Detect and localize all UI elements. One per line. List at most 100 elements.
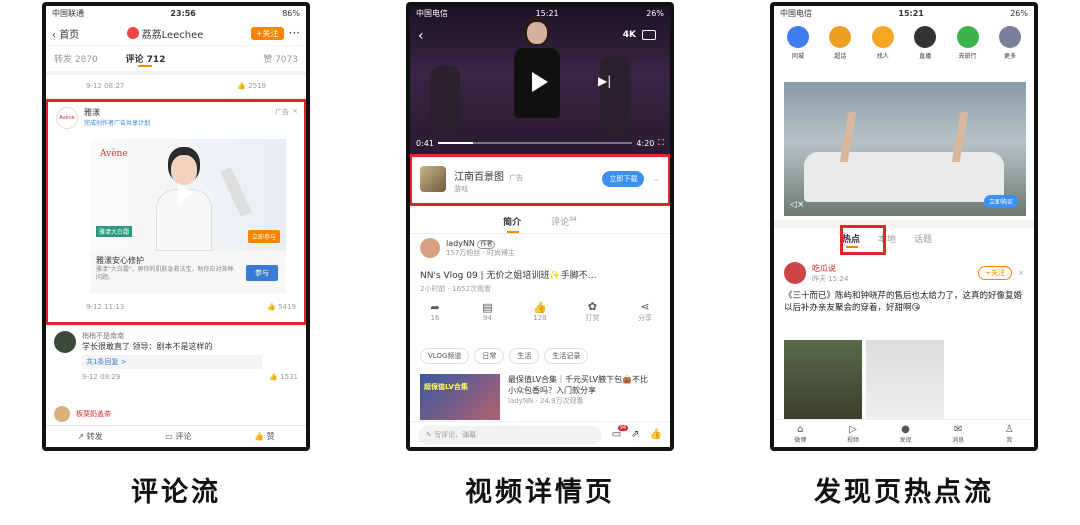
tv-icon[interactable] (642, 30, 656, 40)
action-reward[interactable]: ✿ 打赏 (578, 300, 608, 323)
prev-comment-footer: 9-12 08:27 👍 2519 (46, 75, 306, 97)
reply-link[interactable]: 共1条回复 > (82, 355, 262, 369)
mute-icon[interactable]: ◁× (790, 200, 804, 210)
travel-icon[interactable]: 去旅行 (950, 26, 986, 60)
close-icon[interactable]: × (1018, 269, 1024, 277)
comment-like[interactable]: 👍 1531 (269, 373, 298, 381)
follow-button[interactable]: +关注 (250, 26, 284, 40)
comment-author: 板栗奶盖茶 (76, 410, 111, 418)
mail-icon: ✉ (953, 423, 963, 435)
status-bar: 中国电信 15:21 26% (780, 9, 1028, 18)
like-icon[interactable]: 👍 (650, 429, 662, 440)
home-icon: ⌂ (797, 423, 804, 435)
more-icon[interactable]: 更多 (992, 26, 1028, 60)
user-name: 荔荔Leechee (141, 29, 204, 41)
rec-title: 最保值LV合集｜千元买LV腋下包👜不比小众包香吗？入门款分享 (508, 375, 649, 395)
progress-bar[interactable] (437, 142, 633, 144)
play-icon[interactable] (532, 72, 548, 92)
tag-pill[interactable]: 生活 (509, 348, 540, 364)
nav-message[interactable]: ✉ 消息 (952, 424, 964, 444)
person-icon: ♙ (1004, 423, 1014, 435)
avatar (54, 331, 76, 353)
people-icon[interactable]: 找人 (865, 26, 901, 60)
tab-intro[interactable]: 简介 (503, 215, 521, 233)
highlight-box (410, 154, 670, 206)
recommend-item[interactable]: 超保值LV合集 最保值LV合集｜千元买LV腋下包👜不比小众包香吗？入门款分享 l… (420, 374, 652, 420)
tab-repost[interactable]: 转发 2870 (54, 52, 98, 65)
carrier-text: 中国联通 (52, 9, 84, 18)
post-time: 昨天 15:24 (812, 274, 849, 283)
caption-discover-hot: 发现页热点流 (814, 477, 994, 508)
back-icon[interactable]: ‹ (418, 28, 424, 44)
action-comment[interactable]: ▤ 94 (473, 301, 503, 322)
action-forward[interactable]: ⋖ 分享 (630, 300, 660, 323)
banner-cta[interactable]: 立即购买 (983, 195, 1018, 208)
comment-item: 梢梢不是南南 学长很敢直了 领导：剧本不是这样的 共1条回复 > 9-12 08… (46, 327, 306, 403)
forward-icon: ⋖ (640, 300, 650, 313)
repost-button[interactable]: ↗ 转发 (77, 431, 102, 442)
tab-bar: 转发 2870 评论 712 赞 7073 (46, 45, 306, 71)
nav-home[interactable]: ⌂ 微博 (794, 424, 806, 444)
bottom-nav: ⌂ 微博 ▷ 视频 ● 发现 ✉ 消息 ♙ 我 (774, 419, 1034, 447)
post-image-2[interactable] (866, 340, 944, 426)
caption-comment-stream: 评论流 (131, 477, 221, 508)
next-icon[interactable]: ▶| (598, 74, 611, 88)
author-row[interactable]: ladyNN 作者 157万粉丝 · 时尚博主 (420, 238, 515, 258)
comment-icon[interactable]: ▭ 94 (612, 425, 629, 440)
post-author[interactable]: 吃瓜说 (812, 263, 978, 274)
top-nav: ‹ 首页 荔荔Leechee +关注 ··· (46, 21, 306, 45)
user-header[interactable]: 荔荔Leechee (126, 26, 204, 41)
share-icon: ➦ (430, 301, 440, 314)
fullscreen-icon[interactable]: ⛶ (658, 138, 664, 148)
tab-topic[interactable]: 话题 (914, 232, 932, 245)
nav-me[interactable]: ♙ 我 (1005, 424, 1014, 444)
tab-comment[interactable]: 评论94 (551, 215, 577, 228)
author-name: ladyNN (446, 238, 475, 248)
quality-label[interactable]: 4K (623, 30, 636, 40)
tag-pill[interactable]: 日常 (474, 348, 505, 364)
share-icon[interactable]: ⇗ (631, 429, 639, 440)
like-count[interactable]: 👍 2519 (237, 82, 266, 90)
phone-discover-hot: 中国电信 15:21 26% 同城 超话 找人 直播 去旅行 更多 ◁× 立即购买 … (770, 2, 1038, 451)
video-title: NN's Vlog 09 | 无价之姐培训班✨手脚不… (420, 271, 597, 281)
post-text: 《三十而已》陈屿和钟晓芹的售后也太给力了，这真的好像复婚以后补办亲友聚会的穿着，… (784, 291, 1023, 313)
nav-video[interactable]: ▷ 视频 (847, 424, 859, 444)
action-like[interactable]: 👍 128 (525, 301, 555, 322)
banner-video[interactable]: ◁× 立即购买 (784, 82, 1026, 216)
comment-item: 板栗奶盖茶 (46, 403, 306, 425)
video-player[interactable]: 中国电信 15:21 26% ‹ 4K ▶| 0:41 4:20 ⛶ (410, 6, 670, 154)
tab-comment[interactable]: 评论 712 (126, 52, 165, 67)
rec-thumbnail: 超保值LV合集 (420, 374, 500, 420)
phone-video-detail: 中国电信 15:21 26% ‹ 4K ▶| 0:41 4:20 ⛶ 江南百景图 广… (406, 2, 674, 451)
avatar[interactable] (784, 262, 806, 284)
follow-button[interactable]: +关注 (978, 266, 1013, 280)
action-share[interactable]: ➦ 16 (420, 301, 450, 322)
nav-discover[interactable]: ● 发现 (900, 424, 912, 444)
comment-input[interactable]: ✎ 写评论、弹幕 (418, 425, 602, 444)
like-button[interactable]: 👍 赞 (254, 431, 275, 442)
more-icon[interactable]: ··· (289, 26, 300, 40)
comment-button[interactable]: ▭ 评论 (165, 431, 191, 442)
tag-pill[interactable]: 生活记录 (544, 348, 589, 364)
avatar (54, 406, 70, 422)
rec-meta: ladyNN · 24.9万次观看 (508, 397, 584, 405)
post-header: 吃瓜说 昨天 15:24 +关注 × (784, 262, 1024, 284)
action-bar: ➦ 16 ▤ 94 👍 128 ✿ 打赏 ⋖ 分享 (420, 300, 660, 323)
topic-icon[interactable]: 超话 (822, 26, 858, 60)
icon-grid: 同城 超话 找人 直播 去旅行 更多 (780, 26, 1028, 60)
badge: 94 (617, 425, 629, 431)
author-stats: 157万粉丝 · 时尚博主 (446, 248, 516, 257)
battery-text: 86% (282, 9, 300, 18)
tab-like[interactable]: 赞 7073 (263, 52, 298, 65)
tag-pill[interactable]: VLOG频道 (420, 348, 470, 364)
avatar (420, 238, 440, 258)
caption-video-detail: 视频详情页 (465, 477, 615, 508)
post-image-1[interactable] (784, 340, 862, 426)
back-button[interactable]: ‹ 首页 (52, 26, 79, 41)
reward-icon: ✿ (587, 300, 598, 313)
city-icon[interactable]: 同城 (780, 26, 816, 60)
live-icon[interactable]: 直播 (907, 26, 943, 60)
hands-image (839, 112, 969, 162)
status-bar: 中国联通 23:56 86% (46, 6, 306, 21)
highlight-box (840, 225, 886, 255)
